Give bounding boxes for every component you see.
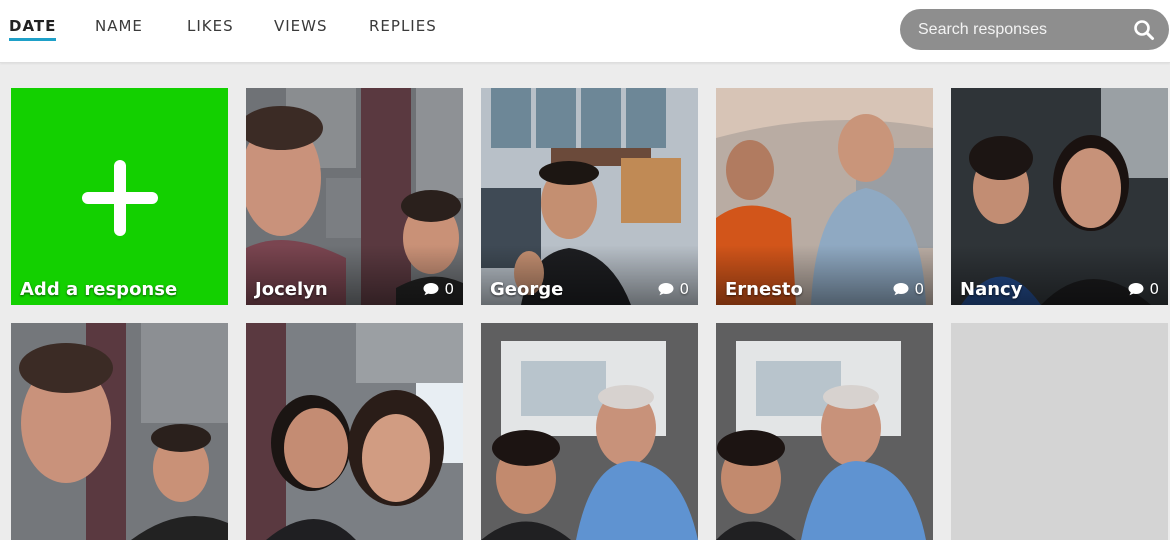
tab-views-label: VIEWS [274, 17, 328, 35]
reply-count-value: 0 [679, 280, 689, 298]
response-author-name: Ernesto [725, 279, 803, 300]
response-tile[interactable] [11, 323, 228, 540]
comment-bubble-icon [658, 283, 674, 296]
tab-replies[interactable]: REPLIES [369, 17, 437, 35]
response-tile[interactable] [481, 323, 698, 540]
empty-tile-placeholder [951, 323, 1168, 540]
response-tile[interactable] [246, 323, 463, 540]
add-response-label: Add a response [20, 279, 178, 300]
response-tile-nancy[interactable]: Nancy 0 [951, 88, 1168, 305]
reply-count: 0 [1128, 280, 1159, 298]
reply-count: 0 [658, 280, 689, 298]
response-tile-jocelyn[interactable]: Jocelyn 0 [246, 88, 463, 305]
tab-replies-label: REPLIES [369, 17, 437, 35]
response-thumbnail [11, 323, 228, 540]
response-author-name: George [490, 279, 564, 300]
reply-count: 0 [423, 280, 454, 298]
responses-grid: Add a response Jocelyn 0 George 0 Ernest… [0, 62, 1170, 540]
comment-bubble-icon [423, 283, 439, 296]
reply-count: 0 [893, 280, 924, 298]
search-input[interactable] [918, 9, 1118, 50]
response-tile-george[interactable]: George 0 [481, 88, 698, 305]
plus-icon [82, 160, 158, 236]
comment-bubble-icon [1128, 283, 1144, 296]
tab-date-label: DATE [9, 17, 57, 35]
active-tab-underline [9, 38, 57, 41]
response-thumbnail [246, 323, 463, 540]
tab-likes[interactable]: LIKES [187, 17, 234, 35]
tab-likes-label: LIKES [187, 17, 234, 35]
tab-views[interactable]: VIEWS [274, 17, 328, 35]
search-box [900, 9, 1169, 50]
response-thumbnail [716, 323, 933, 540]
top-bar: DATE NAME LIKES VIEWS REPLIES [0, 0, 1170, 63]
tab-name[interactable]: NAME [95, 17, 143, 35]
add-response-tile[interactable]: Add a response [11, 88, 228, 305]
tab-name-label: NAME [95, 17, 143, 35]
comment-bubble-icon [893, 283, 909, 296]
response-tile[interactable] [716, 323, 933, 540]
reply-count-value: 0 [1149, 280, 1159, 298]
tab-date[interactable]: DATE [9, 17, 57, 41]
reply-count-value: 0 [444, 280, 454, 298]
response-author-name: Jocelyn [255, 279, 328, 300]
search-icon[interactable] [1133, 19, 1155, 41]
response-thumbnail [481, 323, 698, 540]
response-author-name: Nancy [960, 279, 1023, 300]
reply-count-value: 0 [914, 280, 924, 298]
response-tile-ernesto[interactable]: Ernesto 0 [716, 88, 933, 305]
